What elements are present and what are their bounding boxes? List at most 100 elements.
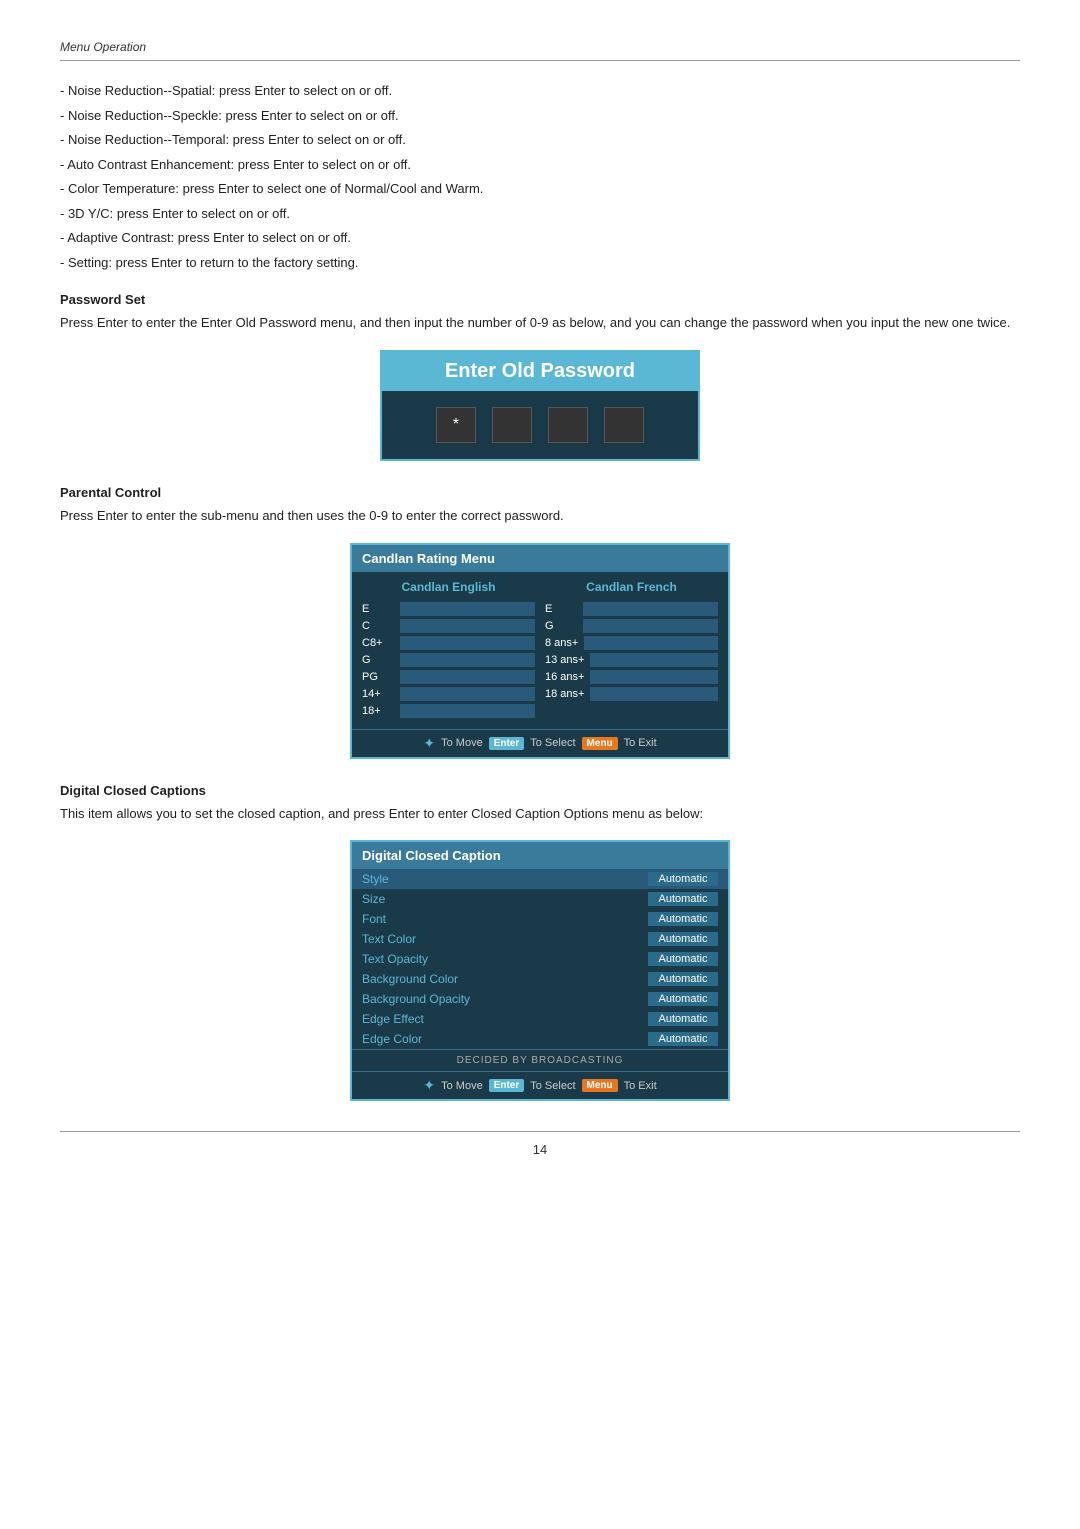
list-item: - 3D Y/C: press Enter to select on or of… (60, 204, 1020, 224)
dcc-nav-select: To Select (530, 1080, 575, 1092)
candlan-bar (584, 636, 718, 650)
candlan-label: E (362, 603, 394, 615)
dcc-label-bg-color: Background Color (362, 972, 458, 986)
candlan-row: E (545, 602, 718, 616)
candlan-label: G (362, 654, 394, 666)
candlan-label: 14+ (362, 688, 394, 700)
candlan-label: 16 ans+ (545, 671, 584, 683)
candlan-bar (400, 619, 535, 633)
password-field-4 (604, 407, 644, 443)
list-item: - Setting: press Enter to return to the … (60, 253, 1020, 273)
dcc-nav-exit: To Exit (624, 1080, 657, 1092)
menu-button[interactable]: Menu (582, 737, 618, 750)
candlan-bar (583, 619, 718, 633)
move-icon-dcc: ✦ (423, 1077, 435, 1094)
dcc-value-bg-color: Automatic (648, 972, 718, 986)
candlan-bar (400, 687, 535, 701)
candlan-row: 18+ (362, 704, 535, 718)
password-field-2 (492, 407, 532, 443)
candlan-row: E (362, 602, 535, 616)
page-header: Menu Operation (60, 40, 1020, 61)
dcc-enter-button[interactable]: Enter (489, 1079, 525, 1092)
dcc-row-size: Size Automatic (352, 889, 728, 909)
candlan-label: 8 ans+ (545, 637, 578, 649)
dcc-menu-button[interactable]: Menu (582, 1079, 618, 1092)
candlan-bar (400, 636, 535, 650)
dcc-box-container: Digital Closed Caption Style Automatic S… (60, 840, 1020, 1101)
dcc-row-font: Font Automatic (352, 909, 728, 929)
dcc-value-size: Automatic (648, 892, 718, 906)
candlan-row: 13 ans+ (545, 653, 718, 667)
move-icon: ✦ (423, 735, 435, 752)
list-item: - Noise Reduction--Spatial: press Enter … (60, 81, 1020, 101)
candlan-footer: ✦ To Move Enter To Select Menu To Exit (352, 729, 728, 757)
candlan-bar (583, 602, 718, 616)
dcc-value-text-opacity: Automatic (648, 952, 718, 966)
password-set-heading: Password Set (60, 292, 1020, 307)
candlan-box-container: Candlan Rating Menu Candlan English E C … (60, 543, 1020, 759)
candlan-box: Candlan Rating Menu Candlan English E C … (350, 543, 730, 759)
dcc-value-edge-effect: Automatic (648, 1012, 718, 1026)
dcc-label-bg-opacity: Background Opacity (362, 992, 470, 1006)
candlan-row: PG (362, 670, 535, 684)
password-set-description: Press Enter to enter the Enter Old Passw… (60, 313, 1020, 334)
dcc-row-style: Style Automatic (352, 869, 728, 889)
dcc-value-edge-color: Automatic (648, 1032, 718, 1046)
candlan-bar (400, 704, 535, 718)
candlan-label: 18+ (362, 705, 394, 717)
dcc-label-font: Font (362, 912, 386, 926)
candlan-bar (590, 653, 718, 667)
candlan-nav-select: To Select (530, 737, 575, 749)
candlan-row: C (362, 619, 535, 633)
dcc-title: Digital Closed Caption (352, 842, 728, 869)
dcc-row-text-opacity: Text Opacity Automatic (352, 949, 728, 969)
dcc-row-bg-opacity: Background Opacity Automatic (352, 989, 728, 1009)
dcc-nav-move: To Move (441, 1080, 483, 1092)
dcc-row-bg-color: Background Color Automatic (352, 969, 728, 989)
candlan-row: G (545, 619, 718, 633)
dcc-box: Digital Closed Caption Style Automatic S… (350, 840, 730, 1101)
candlan-label: E (545, 603, 577, 615)
candlan-row: 14+ (362, 687, 535, 701)
dcc-description: This item allows you to set the closed c… (60, 804, 1020, 825)
candlan-row: 16 ans+ (545, 670, 718, 684)
dcc-row-edge-color: Edge Color Automatic (352, 1029, 728, 1049)
list-item: - Adaptive Contrast: press Enter to sele… (60, 228, 1020, 248)
candlan-label: 13 ans+ (545, 654, 584, 666)
bullet-list: - Noise Reduction--Spatial: press Enter … (60, 81, 1020, 272)
candlan-columns: Candlan English E C C8+ G (352, 572, 728, 729)
password-inputs: * (382, 391, 698, 459)
password-box-title: Enter Old Password (382, 352, 698, 391)
dcc-label-text-opacity: Text Opacity (362, 952, 428, 966)
candlan-col1-header: Candlan English (362, 580, 535, 594)
candlan-label: G (545, 620, 577, 632)
candlan-bar (400, 602, 535, 616)
candlan-bar (590, 687, 718, 701)
list-item: - Noise Reduction--Temporal: press Enter… (60, 130, 1020, 150)
candlan-col2-header: Candlan French (545, 580, 718, 594)
candlan-col-2: Candlan French E G 8 ans+ 13 ans+ (545, 580, 718, 721)
dcc-label-text-color: Text Color (362, 932, 416, 946)
candlan-nav-move: To Move (441, 737, 483, 749)
dcc-label-style: Style (362, 872, 389, 886)
dcc-heading: Digital Closed Captions (60, 783, 1020, 798)
password-box: Enter Old Password * (380, 350, 700, 461)
candlan-row: 18 ans+ (545, 687, 718, 701)
dcc-label-edge-color: Edge Color (362, 1032, 422, 1046)
parental-control-description: Press Enter to enter the sub-menu and th… (60, 506, 1020, 527)
candlan-col-1: Candlan English E C C8+ G (362, 580, 535, 721)
dcc-decided-text: DECIDED BY BROADCASTING (352, 1049, 728, 1071)
candlan-label: 18 ans+ (545, 688, 584, 700)
candlan-bar (400, 670, 535, 684)
candlan-label: PG (362, 671, 394, 683)
list-item: - Noise Reduction--Speckle: press Enter … (60, 106, 1020, 126)
dcc-row-text-color: Text Color Automatic (352, 929, 728, 949)
dcc-value-bg-opacity: Automatic (648, 992, 718, 1006)
dcc-value-style: Automatic (648, 872, 718, 886)
dcc-footer: ✦ To Move Enter To Select Menu To Exit (352, 1071, 728, 1099)
candlan-title: Candlan Rating Menu (352, 545, 728, 572)
header-label: Menu Operation (60, 40, 146, 54)
candlan-nav-exit: To Exit (624, 737, 657, 749)
candlan-row: C8+ (362, 636, 535, 650)
enter-button[interactable]: Enter (489, 737, 525, 750)
